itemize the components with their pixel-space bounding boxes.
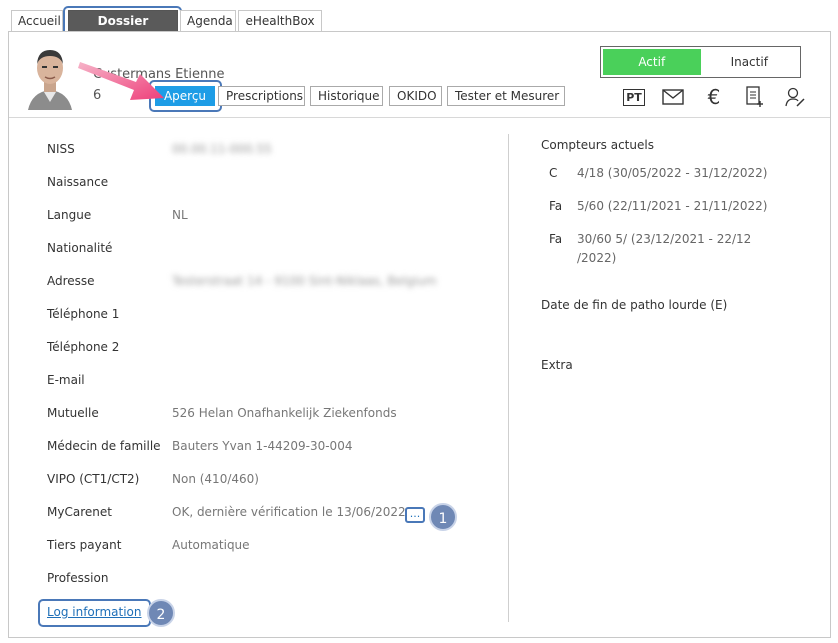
value-langue: NL — [172, 208, 188, 222]
label-mycarenet: MyCarenet — [47, 505, 112, 519]
patho-lourde-label: Date de fin de patho lourde (E) — [541, 298, 728, 312]
patient-panel — [8, 31, 831, 638]
status-actif[interactable]: Actif — [603, 49, 701, 75]
tab-ehealthbox[interactable]: eHealthBox — [238, 10, 322, 32]
value-mycarenet: OK, dernière vérification le 13/06/2022 — [172, 505, 406, 519]
label-telephone-1: Téléphone 1 — [47, 307, 120, 321]
tab-prescriptions[interactable]: Prescriptions — [218, 86, 305, 106]
euro-icon[interactable]: € — [702, 85, 726, 109]
tab-historique[interactable]: Historique — [310, 86, 383, 106]
label-medecin-de-famille: Médecin de famille — [47, 439, 161, 453]
label-profession: Profession — [47, 571, 109, 585]
label-niss: NISS — [47, 142, 75, 156]
tab-tester-et-mesurer[interactable]: Tester et Mesurer — [447, 86, 565, 106]
user-edit-icon[interactable] — [783, 85, 807, 109]
header-divider — [9, 117, 830, 118]
mail-icon[interactable] — [661, 85, 685, 109]
status-inactif[interactable]: Inactif — [700, 49, 798, 75]
counter-value: 5/60 (22/11/2021 - 21/11/2022) — [577, 199, 768, 213]
label-telephone-2: Téléphone 2 — [47, 340, 120, 354]
label-mutuelle: Mutuelle — [47, 406, 99, 420]
counter-code: Fa — [549, 199, 563, 213]
tab-okido[interactable]: OKIDO — [389, 86, 442, 106]
label-langue: Langue — [47, 208, 92, 222]
annotation-badge-2: 2 — [147, 599, 175, 627]
value-vipo: Non (410/460) — [172, 472, 259, 486]
label-vipo: VIPO (CT1/CT2) — [47, 472, 140, 486]
column-divider — [508, 134, 509, 622]
tab-agenda[interactable]: Agenda — [180, 10, 236, 32]
value-tiers-payant: Automatique — [172, 538, 250, 552]
extra-label: Extra — [541, 358, 573, 372]
label-naissance: Naissance — [47, 175, 109, 189]
counter-value: 30/60 5/ (23/12/2021 - 22/12 — [577, 232, 752, 246]
annotation-arrow — [78, 62, 164, 100]
value-niss: 00.00.11-000.55 — [172, 142, 272, 156]
avatar — [24, 42, 76, 110]
annotation-badge-1: 1 — [429, 503, 457, 531]
label-tiers-payant: Tiers payant — [47, 538, 122, 552]
log-information-link[interactable]: Log information — [47, 605, 142, 619]
counters-title: Compteurs actuels — [541, 138, 654, 152]
value-mutuelle: 526 Helan Onafhankelijk Ziekenfonds — [172, 406, 397, 420]
counter-code: C — [549, 166, 558, 180]
label-nationalite: Nationalité — [47, 241, 113, 255]
mycarenet-more-button[interactable]: ... — [405, 507, 425, 523]
tab-accueil[interactable]: Accueil — [11, 10, 63, 32]
label-email: E-mail — [47, 373, 85, 387]
value-adresse: Testerstraat 14 - 9100 Sint-Niklaas, Bel… — [172, 274, 437, 288]
pt-icon[interactable]: PT — [622, 85, 646, 109]
counter-value-continued: /2022) — [577, 251, 617, 265]
label-adresse: Adresse — [47, 274, 95, 288]
counter-code: Fa — [549, 232, 563, 246]
value-medecin-de-famille: Bauters Yvan 1-44209-30-004 — [172, 439, 353, 453]
status-toggle[interactable]: Actif Inactif — [600, 46, 801, 78]
counter-value: 4/18 (30/05/2022 - 31/12/2022) — [577, 166, 768, 180]
document-add-icon[interactable] — [743, 85, 767, 109]
